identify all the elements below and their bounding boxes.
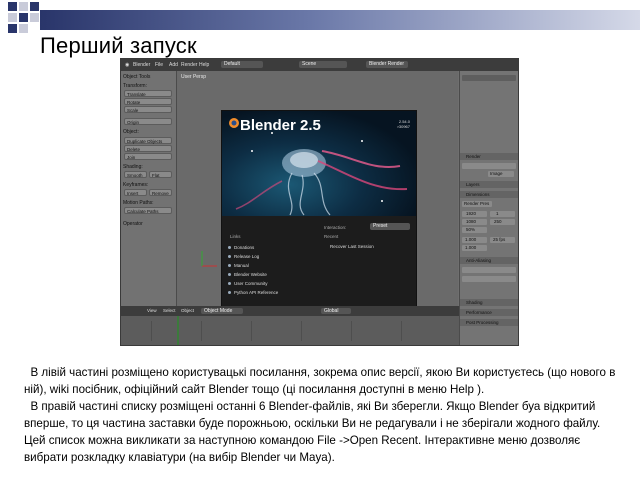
render-presets-value: Render Pres [464, 201, 490, 206]
deco-square [19, 13, 28, 22]
tool-shelf: Object Tools Transform: Translate Rotate… [121, 71, 177, 306]
splash-image: Blender 2.5 2.54.0 r30967 [222, 111, 416, 216]
interaction-label: Interaction: [324, 225, 347, 230]
origin-button[interactable]: Origin [124, 118, 172, 125]
timeline-tick [201, 321, 202, 341]
links-header: Links [230, 234, 241, 239]
section-label: Shading: [123, 164, 143, 170]
aspect-x-value: 1.000 [465, 237, 477, 242]
view-menu[interactable]: View [147, 308, 157, 313]
interaction-preset-select[interactable]: Preset [370, 223, 410, 230]
section-label: Transform: [123, 83, 147, 89]
properties-tabs[interactable] [462, 75, 516, 81]
timeline-tick [151, 321, 152, 341]
timeline-tick [351, 321, 352, 341]
blender-website-link[interactable]: Blender Website [228, 272, 267, 277]
timeline-tick [401, 321, 402, 341]
timeline-tick [251, 321, 252, 341]
slide-title: Перший запуск [40, 33, 197, 58]
splash-title: Blender 2.5 [240, 117, 321, 134]
rotate-button[interactable]: Rotate [124, 98, 172, 105]
paragraph-left-links: В лівій частині розміщено користувацькі … [24, 366, 619, 396]
deco-square [30, 2, 39, 11]
object-menu[interactable]: Object [181, 308, 194, 313]
deco-square [8, 2, 17, 11]
duplicate-button[interactable]: Duplicate Objects [124, 137, 172, 144]
performance-section[interactable]: Performance [460, 309, 518, 316]
frame-rate-value: 25 fps [493, 237, 506, 242]
layout-selector[interactable]: Default [221, 61, 263, 68]
post-processing-section[interactable]: Post Processing [460, 319, 518, 326]
flat-button[interactable]: Flat [149, 171, 172, 178]
paragraph-right-recent: В правій частині списку розміщені останн… [24, 400, 604, 464]
release-log-link[interactable]: Release Log [227, 254, 259, 259]
transform-orientation-selector[interactable]: Global [321, 308, 351, 314]
menu-render[interactable]: Render [181, 62, 197, 68]
res-x-value: 1920 [466, 211, 477, 216]
res-y-value: 1080 [466, 219, 477, 224]
section-label: Keyframes: [123, 182, 149, 188]
frame-end-value: 250 [494, 219, 502, 224]
aa-samples-buttons[interactable] [462, 267, 516, 273]
scene-selector[interactable]: Scene [299, 61, 347, 68]
recover-last-session-link[interactable]: Recover Last Session [330, 244, 374, 249]
calculate-paths-button[interactable]: Calculate Paths [124, 207, 172, 214]
join-button[interactable]: Join [124, 153, 172, 160]
scale-button[interactable]: Scale [124, 106, 172, 113]
menu-add[interactable]: Add [169, 62, 178, 68]
display-value: Image [490, 171, 503, 176]
viewport-header: View Select Object Object Mode Global [121, 306, 459, 316]
deco-square [8, 13, 17, 22]
menu-file[interactable]: File [155, 62, 163, 68]
aa-filter-field[interactable] [462, 276, 516, 282]
mode-selector[interactable]: Object Mode [201, 308, 243, 314]
info-header: ◉ Blender File Add Render Help Default S… [121, 59, 518, 71]
deco-square [30, 13, 39, 22]
anti-aliasing-section[interactable]: Anti-Aliasing [460, 257, 518, 264]
viewport-label: User Persp [181, 74, 207, 80]
translate-button[interactable]: Translate [124, 90, 172, 97]
frame-start-field[interactable] [490, 211, 515, 217]
render-engine-selector[interactable]: Blender Render [366, 61, 408, 68]
render-section[interactable]: Render [460, 153, 518, 160]
version-label: 2.54.0 r30967 [397, 119, 410, 129]
timeline-tick [301, 321, 302, 341]
donations-link[interactable]: Donations [227, 245, 254, 250]
deco-square [19, 24, 28, 33]
properties-editor: Render Image Layers Dimensions Render Pr… [459, 71, 518, 345]
title-accent-bar [40, 10, 640, 30]
render-buttons[interactable] [462, 163, 516, 169]
aspect-y-value: 1.000 [465, 245, 477, 250]
section-label: Motion Paths: [123, 200, 154, 206]
shading-section[interactable]: Shading [460, 299, 518, 306]
blender-logo-icon: ◉ [125, 62, 130, 68]
layers-section[interactable]: Layers [460, 181, 518, 188]
res-percent-value: 50% [466, 227, 476, 232]
section-label: Object: [123, 129, 139, 135]
recent-label: Recent [324, 234, 339, 239]
deco-square [19, 2, 28, 11]
timeline[interactable] [121, 316, 459, 345]
operator-panel-label[interactable]: Operator [123, 221, 143, 227]
window-title: Blender [133, 62, 151, 68]
deco-square [8, 24, 17, 33]
manual-link[interactable]: Manual [228, 263, 249, 268]
menu-help[interactable]: Help [199, 62, 209, 68]
blender-logo-icon [229, 118, 239, 128]
select-menu[interactable]: Select [163, 308, 176, 313]
remove-key-button[interactable]: Remove [149, 189, 172, 196]
delete-button[interactable]: Delete [124, 145, 172, 152]
dimensions-section[interactable]: Dimensions [460, 191, 518, 198]
smooth-button[interactable]: Smooth [124, 171, 147, 178]
tool-shelf-header: Object Tools [123, 74, 151, 80]
insert-key-button[interactable]: Insert [124, 189, 147, 196]
blender-window: ◉ Blender File Add Render Help Default S… [120, 58, 519, 346]
frame-start-value: 1 [496, 211, 499, 216]
user-community-link[interactable]: User Community [228, 281, 268, 286]
current-frame-cursor[interactable] [177, 316, 179, 345]
python-api-link[interactable]: Python API Reference [227, 290, 278, 295]
slide-body: В лівій частині розміщено користувацькі … [24, 364, 624, 466]
